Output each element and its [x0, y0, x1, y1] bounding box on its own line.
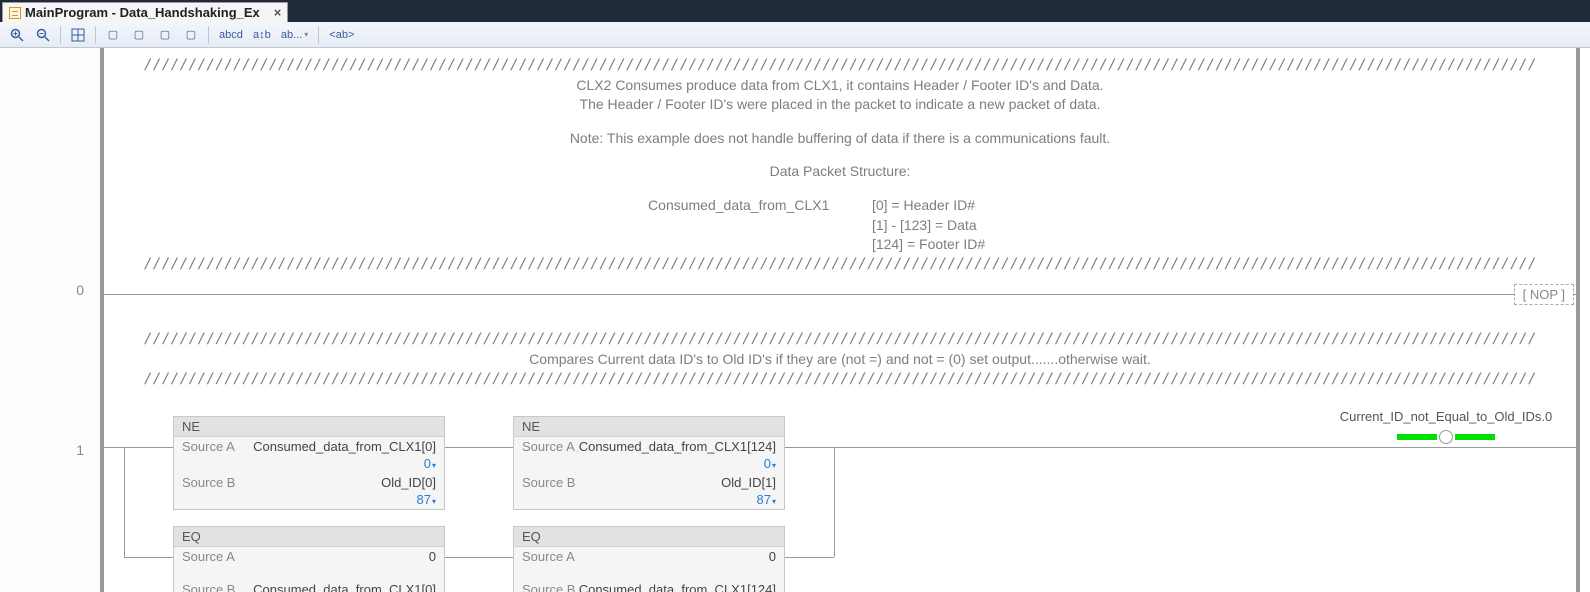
live-value[interactable]: 0 [174, 456, 444, 473]
rung-number: 1 [14, 442, 84, 458]
separator [95, 26, 96, 44]
ab-dropdown[interactable]: ab... [277, 25, 312, 45]
rung0-comment: ////////////////////////////////////////… [104, 48, 1576, 280]
wire [444, 447, 514, 448]
source-a-tag[interactable]: 0 [597, 549, 776, 564]
toolbar: ▢ ▢ ▢ ▢ abcd a↕b ab... <ab> [0, 22, 1590, 48]
tab-bar: MainProgram - Data_Handshaking_Ex × [0, 0, 1590, 22]
separator [208, 26, 209, 44]
zoom-in-button[interactable] [6, 25, 28, 45]
comment-border: ////////////////////////////////////////… [144, 56, 1536, 76]
comment-line: [1] - [123] = Data [144, 216, 1536, 236]
source-b-tag[interactable]: Consumed_data_from_CLX1[0] [253, 582, 436, 592]
comment-line: Compares Current data ID's to Old ID's i… [144, 350, 1536, 370]
branch-vertical [124, 447, 125, 557]
tab-title: MainProgram - Data_Handshaking_Ex [25, 5, 260, 20]
zoom-in-icon [10, 28, 24, 42]
abcd-button[interactable]: abcd [215, 25, 247, 45]
rung-wire [104, 294, 1576, 295]
instruction-title: NE [174, 417, 444, 437]
nop-instruction[interactable]: [ NOP ] [1514, 284, 1574, 305]
rung-number: 0 [14, 282, 84, 298]
source-b-tag[interactable]: Old_ID[0] [257, 475, 436, 490]
eq-instruction[interactable]: EQ Source A0 Source BConsumed_data_from_… [174, 527, 444, 592]
ab-swap-button[interactable]: a↕b [251, 25, 273, 45]
edit-button-4[interactable]: ▢ [180, 25, 202, 45]
tag-brackets-button[interactable]: <ab> [325, 25, 358, 45]
source-b-tag[interactable]: Old_ID[1] [597, 475, 776, 490]
comment-line: Note: This example does not handle buffe… [144, 129, 1536, 149]
instruction-title: NE [514, 417, 784, 437]
comment-border: ////////////////////////////////////////… [144, 255, 1536, 275]
instruction-title: EQ [174, 527, 444, 547]
tab-main[interactable]: MainProgram - Data_Handshaking_Ex × [2, 2, 288, 22]
comment-border: ////////////////////////////////////////… [144, 370, 1536, 390]
source-a-tag[interactable]: Consumed_data_from_CLX1[0] [253, 439, 436, 454]
rung-1[interactable]: 1 NE Source AConsumed_data_from_CLX1[0] … [104, 407, 1576, 592]
comment-border: ////////////////////////////////////////… [144, 330, 1536, 350]
ne-instruction[interactable]: NE Source AConsumed_data_from_CLX1[0] 0 … [174, 417, 444, 509]
comment-line: The Header / Footer ID's were placed in … [144, 95, 1536, 115]
comment-line: Data Packet Structure: [144, 162, 1536, 182]
instruction-title: EQ [514, 527, 784, 547]
comment-line: Consumed_data_from_CLX1 [0] = Header ID# [144, 196, 1536, 216]
separator [60, 26, 61, 44]
wire [444, 557, 514, 558]
ote-coil-icon [1316, 430, 1576, 444]
routine-icon [9, 7, 21, 19]
zoom-out-button[interactable] [32, 25, 54, 45]
branch-vertical [834, 447, 835, 557]
ne-instruction[interactable]: NE Source AConsumed_data_from_CLX1[124] … [514, 417, 784, 509]
coil-tag: Current_ID_not_Equal_to_Old_IDs.0 [1316, 409, 1576, 424]
rung-0[interactable]: 0 [ NOP ] [104, 282, 1576, 312]
wire [834, 447, 1576, 448]
ladder-editor: ////////////////////////////////////////… [0, 48, 1590, 592]
live-value[interactable]: 0 [514, 456, 784, 473]
edit-button-1[interactable]: ▢ [102, 25, 124, 45]
wire [784, 447, 834, 448]
close-icon[interactable]: × [274, 5, 282, 20]
comment-line: [124] = Footer ID# [144, 235, 1536, 255]
toggle-view-button[interactable] [67, 25, 89, 45]
source-a-tag[interactable]: Consumed_data_from_CLX1[124] [579, 439, 776, 454]
main-rails: ////////////////////////////////////////… [100, 48, 1580, 592]
wire [104, 447, 174, 448]
edit-button-3[interactable]: ▢ [154, 25, 176, 45]
edit-button-2[interactable]: ▢ [128, 25, 150, 45]
rung1-comment: ////////////////////////////////////////… [104, 312, 1576, 395]
separator [318, 26, 319, 44]
wire [124, 557, 174, 558]
comment-line: CLX2 Consumes produce data from CLX1, it… [144, 76, 1536, 96]
zoom-out-icon [36, 28, 50, 42]
wire [784, 557, 834, 558]
left-rail [0, 48, 100, 592]
live-value[interactable]: 87 [174, 492, 444, 509]
eq-instruction[interactable]: EQ Source A0 Source BConsumed_data_from_… [514, 527, 784, 592]
grid-icon [71, 28, 85, 42]
source-a-tag[interactable]: 0 [257, 549, 436, 564]
live-value[interactable]: 87 [514, 492, 784, 509]
source-b-tag[interactable]: Consumed_data_from_CLX1[124] [579, 582, 776, 592]
